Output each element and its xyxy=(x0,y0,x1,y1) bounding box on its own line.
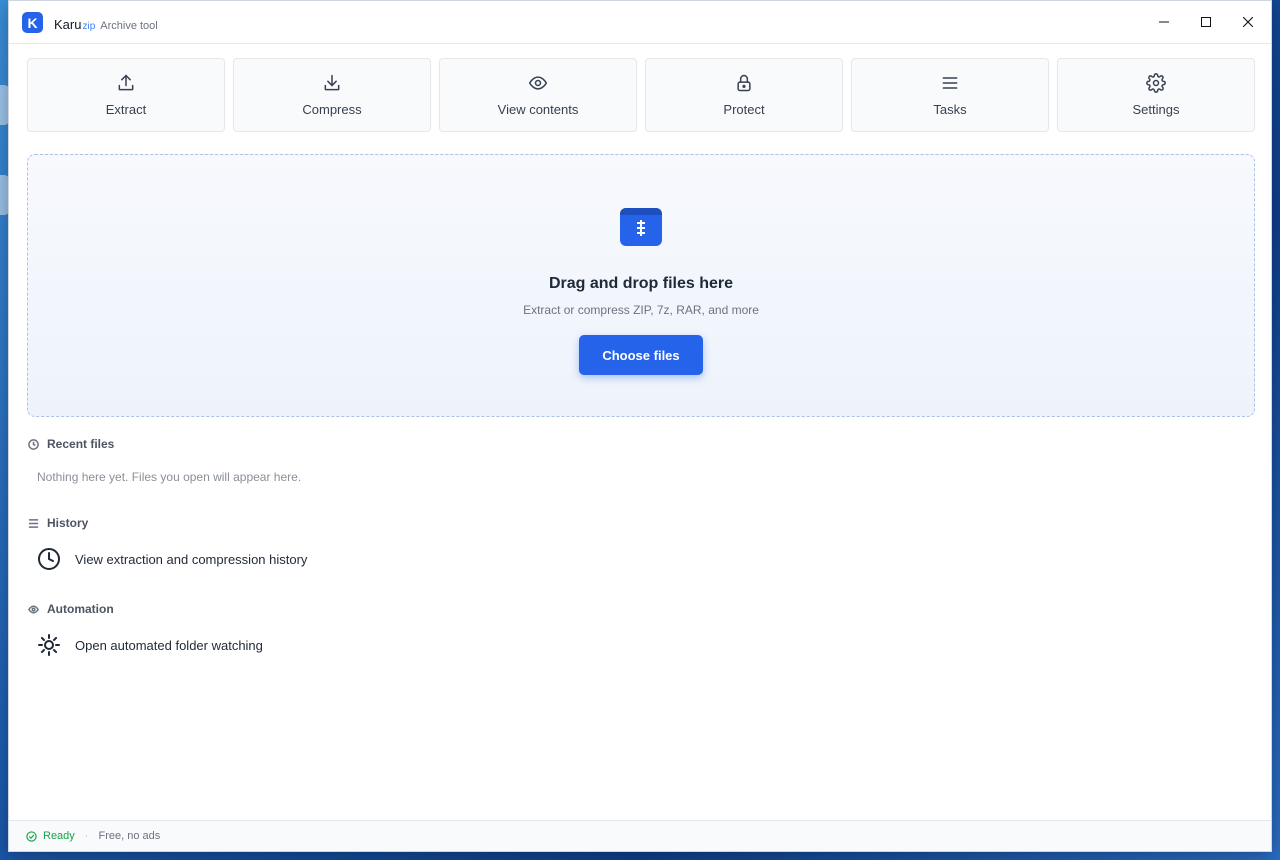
eye-icon xyxy=(28,605,39,613)
view-history-label: View extraction and compression history xyxy=(75,551,308,567)
automation-label: Automation xyxy=(47,602,114,616)
drop-zone[interactable]: Drag and drop files here Extract or comp… xyxy=(27,154,1255,417)
app-name: Karu xyxy=(54,17,82,32)
app-name-suffix: zip xyxy=(82,21,96,32)
archive-icon xyxy=(620,208,662,246)
view-contents-button[interactable]: View contents xyxy=(439,58,637,132)
protect-label: Protect xyxy=(723,102,765,117)
clock-icon xyxy=(28,438,39,450)
settings-label: Settings xyxy=(1132,102,1180,117)
check-circle-icon xyxy=(26,830,37,842)
history-label: History xyxy=(47,516,89,530)
extract-label: Extract xyxy=(105,102,147,117)
drop-title: Drag and drop files here xyxy=(548,275,734,292)
status-ready: Ready xyxy=(43,830,75,842)
gear-icon xyxy=(1146,73,1166,93)
lock-icon xyxy=(737,74,751,92)
choose-files-button[interactable]: Choose files xyxy=(579,335,703,375)
recent-files-empty: Nothing here yet. Files you open will ap… xyxy=(37,470,302,484)
app-title: Karu zip Archive tool xyxy=(54,17,158,32)
list-icon xyxy=(942,77,958,89)
recent-files-label: Recent files xyxy=(47,437,115,451)
folder-watching-link[interactable]: Open automated folder watching xyxy=(37,633,263,657)
extract-button[interactable]: Extract xyxy=(27,58,225,132)
close-button[interactable] xyxy=(1234,9,1262,35)
protect-button[interactable]: Protect xyxy=(645,58,843,132)
tasks-button[interactable]: Tasks xyxy=(851,58,1049,132)
recent-files-heading: Recent files xyxy=(28,437,114,451)
tasks-label: Tasks xyxy=(933,102,967,117)
clock-icon xyxy=(38,548,60,570)
list-icon xyxy=(28,518,39,528)
download-icon xyxy=(324,74,340,91)
status-note: Free, no ads xyxy=(98,830,161,842)
maximize-icon xyxy=(1201,17,1211,27)
main-toolbar: Extract Compress View contents Protect T… xyxy=(27,58,1255,132)
title-bar[interactable]: K Karu zip Archive tool xyxy=(9,1,1271,44)
minimize-icon xyxy=(1159,21,1169,23)
status-bar: Ready · Free, no ads xyxy=(9,820,1271,851)
app-logo: K xyxy=(22,12,43,33)
maximize-button[interactable] xyxy=(1192,9,1220,35)
history-heading: History xyxy=(28,516,88,530)
app-window: K Karu zip Archive tool Extract Compress… xyxy=(8,0,1272,852)
settings-button[interactable]: Settings xyxy=(1057,58,1255,132)
zipper-icon xyxy=(637,220,645,236)
view-contents-label: View contents xyxy=(497,102,579,117)
sun-icon xyxy=(38,634,60,656)
view-history-link[interactable]: View extraction and compression history xyxy=(37,547,307,571)
folder-watching-label: Open automated folder watching xyxy=(75,637,263,653)
status-separator: · xyxy=(84,830,89,842)
automation-heading: Automation xyxy=(28,602,114,616)
compress-label: Compress xyxy=(302,102,362,117)
eye-icon xyxy=(528,76,548,90)
app-subtitle: Archive tool xyxy=(100,20,158,32)
minimize-button[interactable] xyxy=(1150,9,1178,35)
compress-button[interactable]: Compress xyxy=(233,58,431,132)
close-icon xyxy=(1243,17,1253,27)
drop-subtitle: Extract or compress ZIP, 7z, RAR, and mo… xyxy=(523,303,759,317)
upload-icon xyxy=(118,74,134,91)
